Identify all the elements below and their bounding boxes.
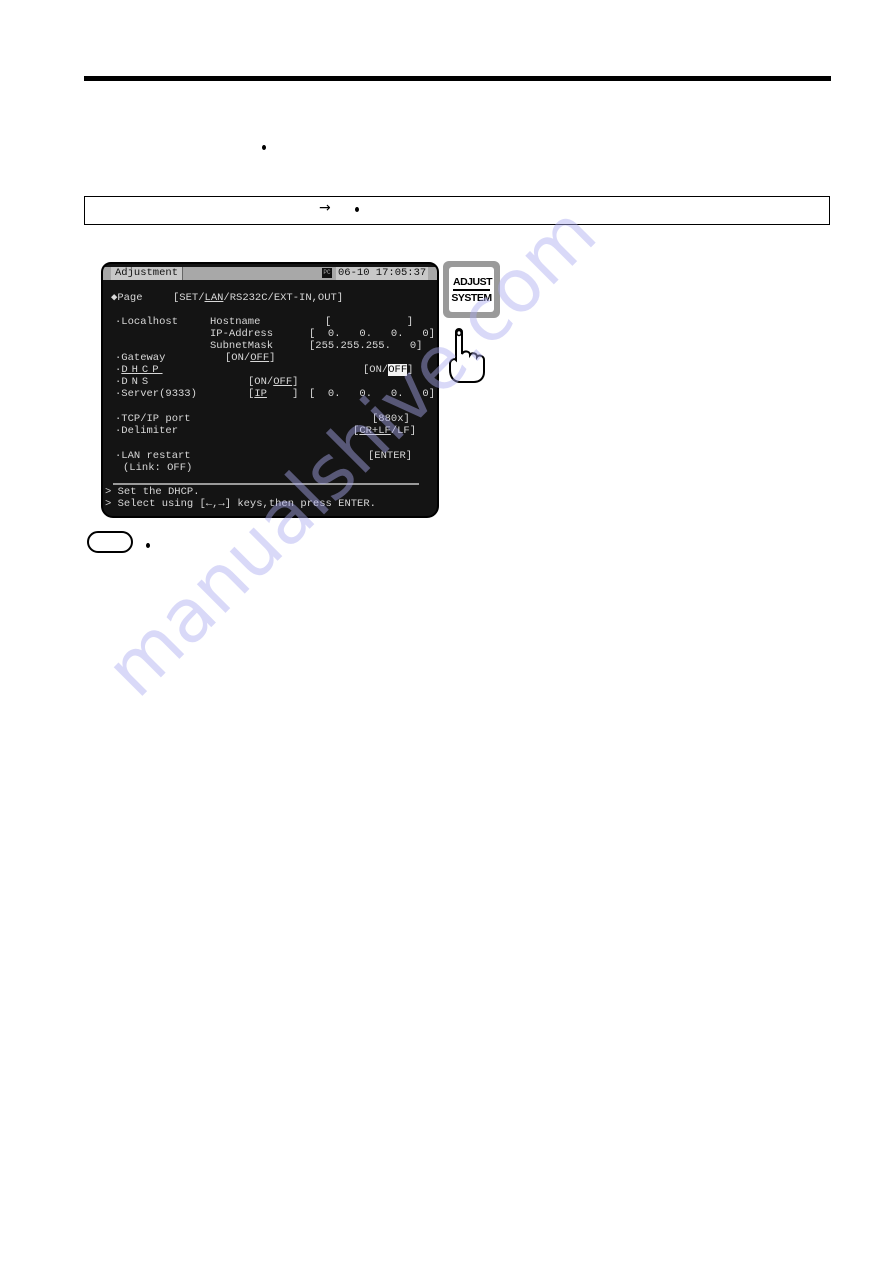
pointing-hand-icon (449, 328, 485, 383)
header-rule (84, 76, 831, 81)
bullet-dot (262, 145, 266, 150)
message-line: > Select using [←,→] keys,then press ENT… (105, 498, 376, 510)
adjust-system-key[interactable]: ADJUST SYSTEM (443, 261, 500, 318)
tcp-port-value[interactable]: [880x] (372, 413, 410, 425)
tcp-port-label: ·TCP/IP port (115, 413, 191, 425)
device-screen: Adjustment PC 06-10 17:05:37 ◆Page [SET/… (101, 262, 439, 518)
subnet-mask-field[interactable]: [255.255.255. 0] (309, 340, 422, 352)
arrow-icon: → (319, 200, 331, 216)
dns-toggle[interactable]: [ON/OFF] (248, 376, 298, 388)
lan-restart-button[interactable]: [ENTER] (368, 450, 412, 462)
delimiter-label: ·Delimiter (115, 425, 179, 437)
screen-title: Adjustment (111, 267, 184, 280)
server-label: ·Server(9333) (115, 388, 197, 400)
screen-clock: 06-10 17:05:37 (336, 267, 429, 280)
gateway-toggle[interactable]: [ON/OFF] (225, 352, 275, 364)
subnet-mask-label: SubnetMask (210, 340, 274, 352)
adjust-system-key-face: ADJUST SYSTEM (449, 267, 494, 312)
localhost-label: ·Localhost (115, 316, 179, 328)
menu-path-box: → (84, 196, 830, 225)
link-status: (Link: OFF) (123, 462, 193, 474)
hostname-field[interactable]: [ ] (325, 316, 413, 328)
gateway-label: ·Gateway (115, 352, 166, 364)
dhcp-label: ·DHCP (115, 364, 163, 376)
key-label-system: SYSTEM (451, 292, 492, 304)
bullet-dot (355, 207, 359, 212)
hostname-label: Hostname (210, 316, 261, 328)
dhcp-selected-value: OFF (388, 364, 408, 376)
server-address-field[interactable]: [ 0. 0. 0. 0] (309, 388, 435, 400)
server-mode-field[interactable]: [IP ] (248, 388, 298, 400)
page-selector[interactable]: ◆Page (111, 292, 143, 304)
pc-icon: PC (322, 268, 332, 278)
message-separator (113, 483, 419, 485)
delimiter-toggle[interactable]: [CR+LF/LF] (353, 425, 416, 437)
page-option-selected[interactable]: LAN (205, 292, 224, 304)
dns-label: ·DNS (115, 376, 153, 388)
dhcp-toggle[interactable]: [ON/OFF] (363, 364, 413, 376)
note-badge (87, 531, 133, 553)
page-options[interactable]: [SET/LAN/RS232C/EXT-IN,OUT] (173, 292, 343, 304)
bullet-dot (146, 543, 150, 548)
ip-address-field[interactable]: [ 0. 0. 0. 0] (309, 328, 435, 340)
lan-restart-label: ·LAN restart (115, 450, 191, 462)
key-label-adjust: ADJUST (453, 277, 493, 291)
ip-address-label: IP-Address (210, 328, 274, 340)
message-line: > Set the DHCP. (105, 486, 200, 498)
screen-title-bar: Adjustment PC 06-10 17:05:37 (103, 267, 437, 280)
